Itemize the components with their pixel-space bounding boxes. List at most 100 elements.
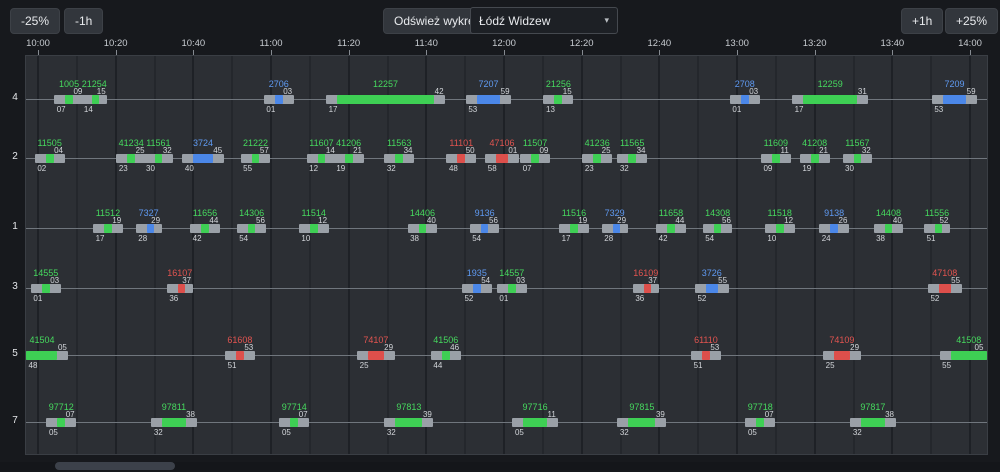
- train-stop-segment[interactable]: [457, 154, 465, 163]
- train-stop-segment[interactable]: [104, 224, 112, 233]
- train-stop-segment[interactable]: [885, 224, 893, 233]
- train-stop-segment[interactable]: [252, 154, 260, 163]
- train-stop-segment[interactable]: [803, 95, 857, 104]
- train-stop-segment[interactable]: [593, 154, 601, 163]
- train-stop-segment[interactable]: [756, 418, 764, 427]
- train-stop-segment[interactable]: [201, 224, 209, 233]
- train-arrival-minute: 25: [826, 361, 835, 370]
- zoom-in-button[interactable]: +25%: [945, 8, 998, 34]
- train-departure-minute: 56: [256, 216, 265, 225]
- train-stop-segment[interactable]: [92, 95, 99, 104]
- train-stop-segment[interactable]: [477, 95, 500, 104]
- train-stop-segment[interactable]: [345, 154, 353, 163]
- train-stop-segment[interactable]: [481, 224, 489, 233]
- train-departure-minute: 07: [66, 410, 75, 419]
- train-stop-segment[interactable]: [951, 351, 987, 360]
- shift-left-button[interactable]: -1h: [64, 8, 103, 34]
- train-arrival-minute: 01: [266, 105, 275, 114]
- train-stop-segment[interactable]: [939, 284, 951, 293]
- train-stop-segment[interactable]: [236, 351, 244, 360]
- train-arrival-minute: 52: [464, 294, 473, 303]
- train-stop-segment[interactable]: [395, 154, 403, 163]
- train-stop-segment[interactable]: [772, 154, 780, 163]
- train-stop-segment[interactable]: [943, 95, 966, 104]
- train-arrival-minute: 25: [360, 361, 369, 370]
- time-tick-label: 13:00: [725, 38, 749, 49]
- train-stop-segment[interactable]: [935, 224, 942, 233]
- train-departure-minute: 19: [112, 216, 121, 225]
- horizontal-scrollbar[interactable]: [0, 462, 1000, 470]
- train-stop-segment[interactable]: [337, 95, 434, 104]
- gridline: [542, 56, 544, 454]
- train-stop-segment[interactable]: [811, 154, 819, 163]
- gridline: [37, 56, 39, 454]
- track-label: 2: [8, 151, 22, 162]
- train-stop-segment[interactable]: [473, 284, 481, 293]
- time-tick-label: 13:40: [880, 38, 904, 49]
- train-stop-segment[interactable]: [702, 351, 710, 360]
- train-stop-segment[interactable]: [706, 284, 718, 293]
- train-stop-segment[interactable]: [508, 284, 516, 293]
- train-departure-minute: 45: [213, 146, 222, 155]
- train-departure-minute: 29: [850, 343, 859, 352]
- train-stop-segment[interactable]: [741, 95, 749, 104]
- time-tick-label: 13:20: [803, 38, 827, 49]
- train-departure-minute: 59: [967, 87, 976, 96]
- track-label: 1: [8, 221, 22, 232]
- train-stop-segment[interactable]: [628, 154, 636, 163]
- train-stop-segment[interactable]: [46, 154, 54, 163]
- train-stop-segment[interactable]: [162, 418, 185, 427]
- train-stop-segment[interactable]: [834, 351, 850, 360]
- train-departure-minute: 54: [481, 276, 490, 285]
- station-select[interactable]: Łódź Widzew ▾: [470, 7, 618, 34]
- train-arrival-minute: 09: [763, 164, 772, 173]
- train-stop-segment[interactable]: [57, 418, 65, 427]
- train-stop-segment[interactable]: [644, 284, 651, 293]
- train-stop-segment[interactable]: [127, 154, 135, 163]
- train-stop-segment[interactable]: [368, 351, 384, 360]
- gridline: [425, 56, 427, 454]
- train-stop-segment[interactable]: [531, 154, 539, 163]
- train-stop-segment[interactable]: [155, 154, 163, 163]
- train-stop-segment[interactable]: [776, 224, 784, 233]
- train-arrival-minute: 51: [927, 234, 936, 243]
- train-stop-segment[interactable]: [496, 154, 508, 163]
- train-stop-segment[interactable]: [613, 224, 620, 233]
- train-stop-segment[interactable]: [26, 351, 57, 360]
- train-departure-minute: 07: [765, 410, 774, 419]
- train-stop-segment[interactable]: [861, 418, 884, 427]
- train-stop-segment[interactable]: [248, 224, 256, 233]
- train-stop-segment[interactable]: [42, 284, 50, 293]
- train-stop-segment[interactable]: [178, 284, 185, 293]
- train-stop-segment[interactable]: [442, 351, 450, 360]
- train-stop-segment[interactable]: [523, 418, 546, 427]
- train-stop-segment[interactable]: [193, 154, 212, 163]
- gridline: [620, 56, 622, 454]
- train-stop-segment[interactable]: [275, 95, 283, 104]
- train-departure-minute: 37: [182, 276, 191, 285]
- train-stop-segment[interactable]: [667, 224, 675, 233]
- train-departure-minute: 03: [283, 87, 292, 96]
- horizontal-scrollbar-thumb[interactable]: [55, 462, 175, 470]
- train-number-label: 97815: [629, 402, 654, 412]
- train-stop-segment[interactable]: [714, 224, 722, 233]
- train-stop-segment[interactable]: [419, 224, 427, 233]
- train-stop-segment[interactable]: [65, 95, 73, 104]
- train-stop-segment[interactable]: [147, 224, 154, 233]
- train-stop-segment[interactable]: [854, 154, 862, 163]
- train-stop-segment[interactable]: [570, 224, 578, 233]
- train-arrival-minute: 28: [138, 234, 147, 243]
- train-arrival-minute: 28: [604, 234, 613, 243]
- train-arrival-minute: 13: [546, 105, 555, 114]
- train-stop-segment[interactable]: [290, 418, 298, 427]
- shift-right-button[interactable]: +1h: [901, 8, 943, 34]
- train-stop-segment[interactable]: [318, 154, 326, 163]
- train-arrival-minute: 52: [930, 294, 939, 303]
- train-stop-segment[interactable]: [628, 418, 655, 427]
- train-number-label: 7209: [944, 79, 964, 89]
- train-stop-segment[interactable]: [830, 224, 838, 233]
- train-arrival-minute: 17: [96, 234, 105, 243]
- train-stop-segment[interactable]: [554, 95, 562, 104]
- train-stop-segment[interactable]: [310, 224, 318, 233]
- train-stop-segment[interactable]: [395, 418, 422, 427]
